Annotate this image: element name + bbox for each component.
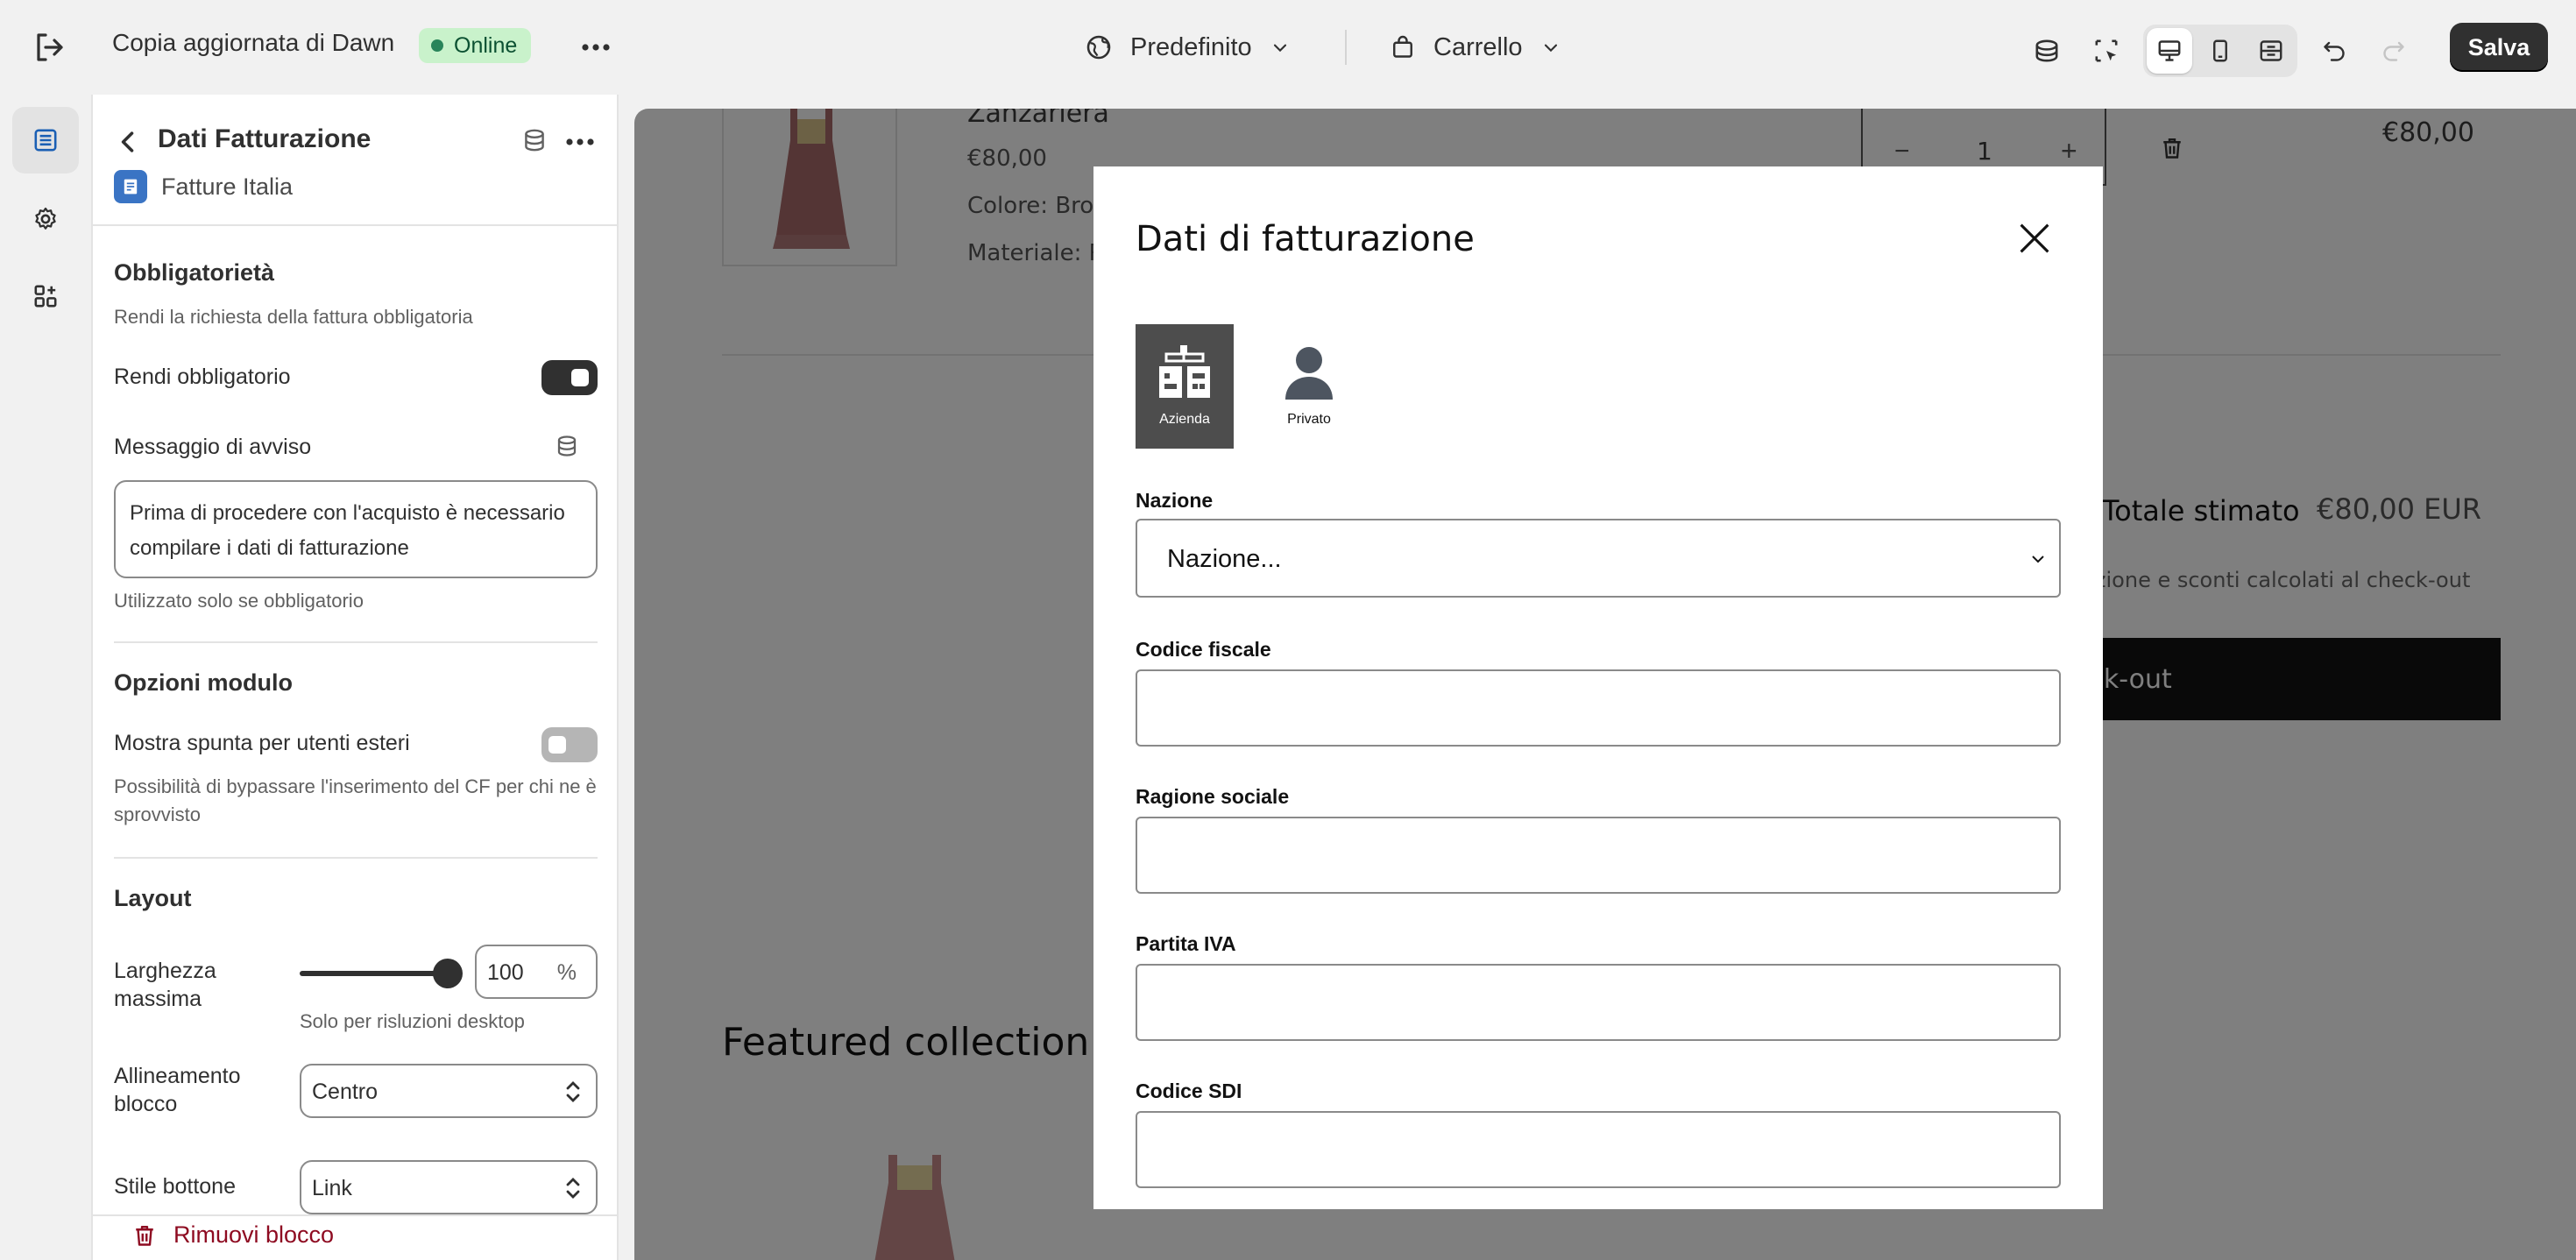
required-toggle[interactable]	[541, 360, 598, 395]
database-icon[interactable]	[2024, 28, 2070, 74]
sections-icon[interactable]	[12, 107, 79, 173]
foreign-users-toggle[interactable]	[541, 727, 598, 762]
company-name-field[interactable]	[1136, 817, 2061, 894]
divider	[114, 857, 598, 859]
page-selector-label: Carrello	[1433, 32, 1523, 61]
globe-icon	[1086, 35, 1111, 60]
section-title-options: Opzioni modulo	[114, 669, 293, 696]
status-badge: Online	[419, 28, 532, 63]
exit-icon[interactable]	[32, 30, 67, 65]
sdi-code-field[interactable]	[1136, 1111, 2061, 1188]
tax-code-label: Codice fiscale	[1136, 638, 1271, 661]
warning-message-label: Messaggio di avviso	[114, 435, 312, 459]
alignment-value: Centro	[312, 1079, 379, 1104]
save-button[interactable]: Salva	[2450, 23, 2548, 72]
template-selector[interactable]: Predefinito	[1085, 26, 1291, 68]
sdi-code-label: Codice SDI	[1136, 1079, 1242, 1102]
divider	[1345, 30, 1347, 65]
remove-block-label: Rimuovi blocco	[173, 1221, 335, 1248]
foreign-users-help: Possibilità di bypassare l'inserimento d…	[114, 775, 597, 825]
desktop-view-icon[interactable]	[2147, 28, 2192, 74]
warning-message-help: Utilizzato solo se obbligatorio	[114, 590, 364, 612]
private-type-label: Privato	[1287, 412, 1331, 427]
country-placeholder: Nazione...	[1167, 545, 1282, 573]
max-width-slider-handle[interactable]	[433, 959, 463, 988]
person-icon	[1285, 347, 1333, 400]
app-source: Fatture Italia	[114, 170, 293, 203]
panel-header: Dati Fatturazione Fatture Italia	[93, 95, 617, 226]
chevron-down-icon	[1544, 44, 1557, 53]
bag-icon	[1393, 35, 1412, 58]
template-selector-label: Predefinito	[1130, 32, 1252, 61]
block-settings-panel: Dati Fatturazione Fatture Italia Obbliga…	[91, 95, 619, 1260]
database-icon[interactable]	[554, 433, 580, 464]
fullscreen-icon[interactable]	[2248, 28, 2294, 74]
max-width-input[interactable]: 100 %	[475, 945, 598, 999]
section-description: Rendi la richiesta della fattura obbliga…	[114, 306, 473, 328]
theme-title: Copia aggiornata di Dawn	[112, 29, 395, 56]
warning-message-field[interactable]: Prima di procedere con l'acquisto è nece…	[114, 480, 598, 578]
page-selector[interactable]: Carrello	[1390, 26, 1561, 68]
editor-topbar: Copia aggiornata di Dawn Online Predefin…	[0, 0, 2576, 95]
invoice-app-icon	[114, 170, 147, 203]
company-type-button[interactable]: Azienda	[1136, 324, 1234, 449]
private-type-button[interactable]: Privato	[1260, 324, 1358, 449]
trash-icon	[136, 1225, 153, 1246]
max-width-unit: %	[556, 960, 577, 985]
section-title-layout: Layout	[114, 885, 192, 911]
billing-modal: Dati di fatturazione Azienda Privato Naz…	[1093, 166, 2103, 1209]
preview-toolbar	[2024, 25, 2417, 77]
button-style-value: Link	[312, 1176, 352, 1200]
alignment-label: Allineamento blocco	[114, 1064, 241, 1116]
undo-icon[interactable]	[2311, 28, 2357, 74]
back-arrow-icon[interactable]	[112, 126, 144, 158]
modal-title: Dati di fatturazione	[1136, 219, 1475, 259]
button-style-select[interactable]: Link	[300, 1160, 598, 1214]
chevron-down-icon	[1273, 44, 1286, 53]
max-width-slider-track[interactable]	[300, 971, 449, 976]
editor-rail	[0, 95, 91, 1260]
country-label: Nazione	[1136, 489, 1214, 512]
alignment-select[interactable]: Centro	[300, 1064, 598, 1118]
section-title-required: Obbligatorietà	[114, 259, 275, 286]
country-select[interactable]: Nazione...	[1136, 519, 2061, 598]
required-toggle-label: Rendi obbligatorio	[114, 365, 291, 389]
button-style-label: Stile bottone	[114, 1174, 236, 1199]
panel-title: Dati Fatturazione	[158, 124, 372, 153]
max-width-label: Larghezza massima	[114, 959, 216, 1011]
apps-icon[interactable]	[12, 263, 79, 329]
inspector-icon[interactable]	[2084, 28, 2129, 74]
select-arrows-icon	[566, 1081, 580, 1102]
viewport-switcher	[2143, 25, 2297, 77]
more-options-icon[interactable]	[563, 126, 598, 158]
building-icon	[1159, 345, 1210, 398]
mobile-view-icon[interactable]	[2197, 28, 2243, 74]
vat-number-field[interactable]	[1136, 964, 2061, 1041]
redo-icon[interactable]	[2371, 28, 2417, 74]
tax-code-field[interactable]	[1136, 669, 2061, 747]
vat-number-label: Partita IVA	[1136, 932, 1236, 955]
company-type-label: Azienda	[1159, 412, 1210, 427]
max-width-help: Solo per risluzioni desktop	[300, 1010, 525, 1032]
select-arrows-icon	[566, 1178, 580, 1199]
remove-block-button[interactable]: Rimuovi blocco	[131, 1221, 334, 1249]
gear-icon[interactable]	[12, 186, 79, 252]
database-icon[interactable]	[520, 126, 552, 158]
close-icon[interactable]	[2015, 219, 2054, 258]
max-width-value: 100	[487, 960, 524, 985]
divider	[114, 641, 598, 643]
more-actions-icon[interactable]	[578, 32, 613, 63]
chevron-down-icon	[2032, 556, 2044, 563]
storefront-preview: Zanzariera €80,00 Colore: Bro Materiale:…	[634, 109, 2576, 1260]
foreign-users-toggle-label: Mostra spunta per utenti esteri	[114, 731, 410, 755]
app-name: Fatture Italia	[161, 173, 294, 200]
company-name-label: Ragione sociale	[1136, 785, 1290, 808]
